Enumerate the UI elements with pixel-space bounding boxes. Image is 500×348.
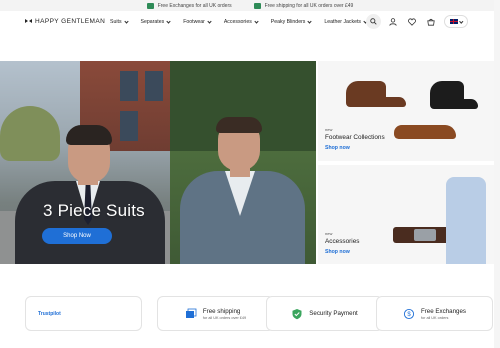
promo-tag: new bbox=[325, 127, 333, 132]
shirt-image bbox=[446, 177, 486, 264]
announcement-text: Free shipping for all UK orders over £49 bbox=[264, 2, 354, 9]
heart-icon bbox=[407, 17, 416, 26]
nav-item-label: Peaky Blinders bbox=[270, 19, 306, 25]
nav-item-label: Separates bbox=[140, 19, 165, 25]
logo[interactable]: HAPPY GENTLEMAN bbox=[25, 18, 105, 25]
feature-security-payment: Security Payment bbox=[266, 296, 383, 331]
belt-buckle bbox=[414, 229, 436, 241]
chevron-down-icon bbox=[123, 19, 129, 24]
promo-tag: new bbox=[325, 231, 333, 236]
search-button[interactable] bbox=[366, 14, 381, 29]
cart-icon bbox=[426, 18, 435, 26]
announcement-text: Free Exchanges for all UK orders bbox=[157, 2, 232, 9]
model-hair bbox=[216, 117, 262, 133]
promo-card-footwear[interactable]: new Footwear Collections Shop now bbox=[318, 61, 494, 161]
nav-item-suits[interactable]: Suits bbox=[110, 19, 129, 25]
trustpilot-logo: Trustpilot bbox=[38, 310, 61, 317]
features-row: Trustpilot Free shipping for all UK orde… bbox=[0, 296, 500, 332]
exchange-icon: $ bbox=[403, 308, 415, 320]
promo-shop-link[interactable]: Shop now bbox=[325, 249, 350, 255]
main-nav: Suits Separates Footwear Accessories Pea… bbox=[110, 19, 368, 25]
feature-subtitle: for all UK orders bbox=[420, 315, 449, 320]
biker-boot-toe bbox=[448, 99, 478, 109]
promo-shop-link[interactable]: Shop now bbox=[325, 145, 350, 151]
feature-trustpilot[interactable]: Trustpilot bbox=[25, 296, 142, 331]
shield-check-icon bbox=[291, 308, 303, 320]
chelsea-boot-toe bbox=[368, 97, 406, 107]
feature-title: Free shipping bbox=[202, 307, 241, 315]
bowtie-icon bbox=[25, 19, 32, 24]
brogue-shoe-image bbox=[394, 125, 456, 139]
hero-title: 3 Piece Suits bbox=[43, 201, 145, 220]
wishlist-button[interactable] bbox=[404, 14, 419, 29]
window bbox=[120, 111, 138, 141]
feature-title: Free Exchanges bbox=[420, 307, 467, 315]
nav-item-peaky-blinders[interactable]: Peaky Blinders bbox=[270, 19, 313, 25]
promo-title: Accessories bbox=[325, 238, 360, 245]
nav-item-footwear[interactable]: Footwear bbox=[183, 19, 212, 25]
chevron-down-icon bbox=[307, 19, 313, 24]
shipping-box-icon bbox=[185, 308, 197, 320]
tree bbox=[0, 106, 60, 161]
cart-button[interactable] bbox=[423, 14, 438, 29]
truck-icon bbox=[253, 2, 261, 9]
header-actions bbox=[366, 14, 468, 29]
chevron-down-icon bbox=[459, 18, 463, 23]
chevron-down-icon bbox=[207, 19, 212, 24]
nav-item-separates[interactable]: Separates bbox=[141, 19, 171, 25]
feature-title: Security Payment bbox=[309, 310, 358, 317]
announcement-bar: Free Exchanges for all UK orders Free sh… bbox=[0, 0, 500, 11]
chevron-down-icon bbox=[166, 19, 171, 24]
account-button[interactable] bbox=[385, 14, 400, 29]
shop-now-button[interactable]: Shop Now bbox=[42, 228, 112, 244]
model-hair bbox=[66, 125, 112, 145]
feature-free-exchanges: $ Free Exchanges for all UK orders bbox=[376, 296, 493, 331]
window bbox=[145, 71, 163, 101]
chevron-down-icon bbox=[254, 19, 259, 24]
search-icon bbox=[370, 18, 377, 25]
logo-text: HAPPY GENTLEMAN bbox=[35, 18, 106, 25]
truck-icon bbox=[146, 2, 154, 9]
promo-title: Footwear Collections bbox=[325, 134, 385, 141]
announcement-item: Free shipping for all UK orders over £49 bbox=[253, 2, 354, 9]
feature-free-shipping: Free shipping for all UK orders over £49 bbox=[157, 296, 274, 331]
announcement-item: Free Exchanges for all UK orders bbox=[146, 2, 232, 9]
window bbox=[120, 71, 138, 101]
uk-flag-icon bbox=[449, 19, 458, 24]
nav-item-label: Leather Jackets bbox=[324, 19, 362, 25]
hero-image-right bbox=[170, 61, 316, 264]
nav-item-accessories[interactable]: Accessories bbox=[223, 19, 259, 25]
svg-text:$: $ bbox=[407, 312, 411, 318]
nav-item-label: Suits bbox=[110, 19, 122, 25]
feature-subtitle: for all UK orders over £49 bbox=[202, 315, 247, 320]
nav-item-label: Footwear bbox=[183, 19, 205, 25]
page-scrollbar[interactable] bbox=[494, 0, 500, 348]
site-header: HAPPY GENTLEMAN Suits Separates Footwear… bbox=[0, 11, 500, 35]
user-icon bbox=[388, 17, 397, 26]
country-selector[interactable] bbox=[444, 15, 468, 28]
nav-item-leather-jackets[interactable]: Leather Jackets bbox=[324, 19, 368, 25]
nav-item-label: Accessories bbox=[223, 19, 252, 25]
promo-card-accessories[interactable]: new Accessories Shop now bbox=[318, 165, 494, 264]
